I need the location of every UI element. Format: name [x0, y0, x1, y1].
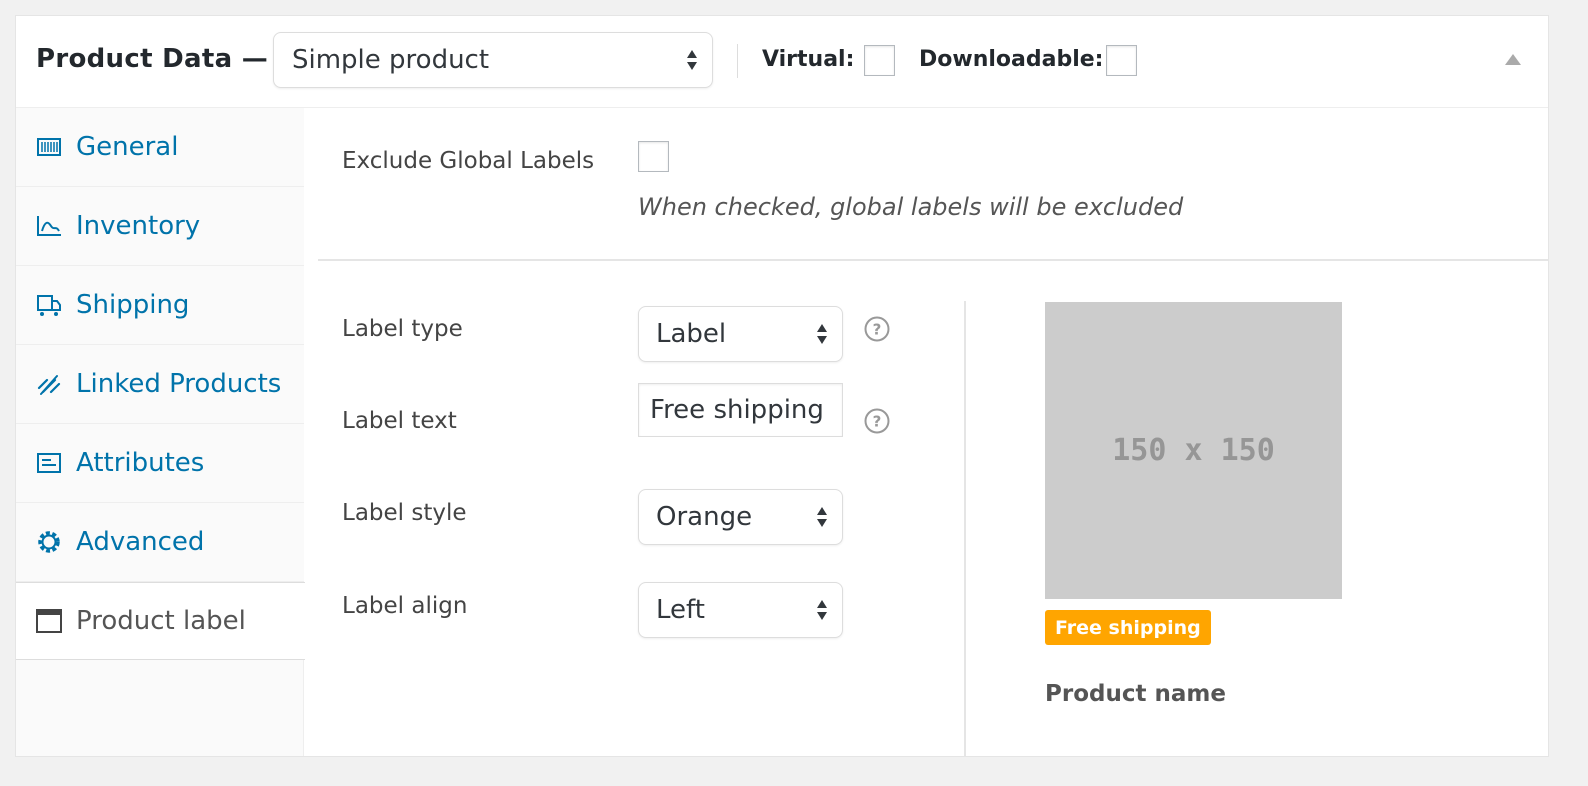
exclude-global-labels-checkbox[interactable] — [638, 141, 669, 172]
virtual-checkbox[interactable] — [864, 45, 895, 76]
truck-icon — [37, 295, 61, 316]
label-type-value: Label — [656, 319, 727, 349]
list-icon — [37, 453, 61, 473]
label-style-label: Label style — [342, 500, 467, 526]
barcode-icon — [37, 138, 61, 156]
panel-header: Product Data — Simple product Virtual: D… — [16, 16, 1548, 108]
gear-icon — [38, 531, 60, 553]
exclude-global-labels-label: Exclude Global Labels — [342, 148, 595, 174]
product-type-select[interactable]: Simple product — [273, 32, 713, 88]
product-label-badge: Free shipping — [1045, 610, 1211, 645]
label-style-select[interactable]: Orange — [638, 489, 843, 545]
tab-advanced-label: Advanced — [76, 527, 205, 557]
header-divider — [737, 44, 738, 78]
panel-title: Product Data — — [36, 44, 269, 74]
label-type-label: Label type — [342, 316, 463, 342]
select-arrows-icon — [817, 600, 827, 620]
tab-linked-products[interactable]: Linked Products — [16, 345, 304, 424]
select-arrows-icon — [817, 324, 827, 344]
link-icon — [37, 375, 61, 395]
product-name: Product name — [1045, 681, 1226, 707]
product-label-panel: Exclude Global Labels When checked, glob… — [304, 108, 1548, 756]
label-align-value: Left — [656, 595, 705, 625]
tab-shipping[interactable]: Shipping — [16, 266, 304, 345]
label-align-select[interactable]: Left — [638, 582, 843, 638]
tab-shipping-label: Shipping — [76, 290, 190, 320]
tab-advanced[interactable]: Advanced — [16, 503, 304, 582]
tab-product-label-label: Product label — [76, 606, 246, 636]
downloadable-checkbox[interactable] — [1106, 45, 1137, 76]
tab-product-label[interactable]: Product label — [16, 582, 305, 660]
product-data-tabs: General Inventory Shipping Linked Produc… — [16, 108, 305, 756]
section-divider — [318, 259, 1548, 261]
tab-attributes[interactable]: Attributes — [16, 424, 304, 503]
tab-general[interactable]: General — [16, 108, 304, 187]
select-arrows-icon — [687, 50, 697, 70]
virtual-label: Virtual: — [762, 47, 855, 72]
window-icon — [36, 609, 62, 633]
svg-text:?: ? — [873, 413, 882, 431]
chart-icon — [37, 216, 61, 236]
downloadable-label: Downloadable: — [919, 47, 1104, 72]
label-style-value: Orange — [656, 502, 753, 532]
collapse-toggle-icon[interactable] — [1505, 54, 1521, 65]
help-icon[interactable]: ? — [863, 315, 891, 343]
tab-general-label: General — [76, 132, 179, 162]
label-text-label: Label text — [342, 408, 457, 434]
preview-divider — [964, 301, 966, 756]
tab-inventory[interactable]: Inventory — [16, 187, 304, 266]
label-text-input[interactable]: Free shipping — [638, 383, 843, 437]
product-type-value: Simple product — [292, 45, 490, 75]
exclude-global-labels-description: When checked, global labels will be excl… — [638, 193, 1184, 221]
product-data-panel: Product Data — Simple product Virtual: D… — [15, 15, 1549, 757]
placeholder-size-text: 150 x 150 — [1112, 433, 1275, 468]
help-icon[interactable]: ? — [863, 407, 891, 435]
svg-text:?: ? — [873, 321, 882, 339]
tab-inventory-label: Inventory — [76, 211, 201, 241]
product-image-placeholder: 150 x 150 — [1045, 302, 1342, 599]
select-arrows-icon — [817, 507, 827, 527]
label-type-select[interactable]: Label — [638, 306, 843, 362]
label-align-label: Label align — [342, 593, 468, 619]
tab-attributes-label: Attributes — [76, 448, 205, 478]
tab-linked-products-label: Linked Products — [76, 369, 282, 399]
